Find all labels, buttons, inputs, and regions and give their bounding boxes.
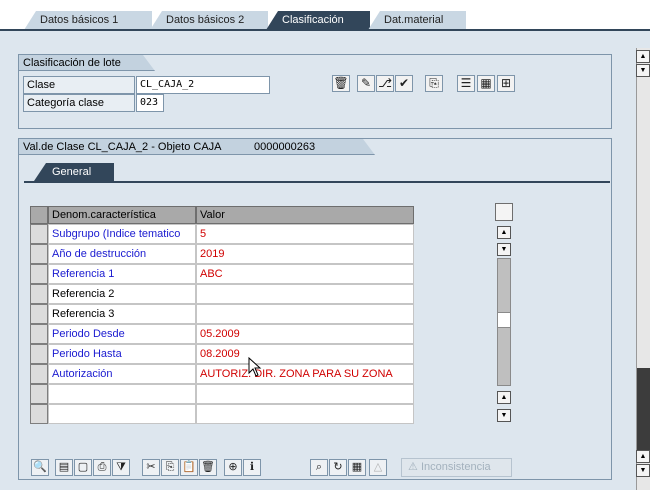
table-settings-button[interactable] <box>495 203 513 221</box>
characteristic-name-cell: Periodo Hasta <box>48 344 196 364</box>
characteristic-name-cell: Referencia 1 <box>48 264 196 284</box>
general-tab-line <box>24 181 610 183</box>
row-selector[interactable] <box>30 264 48 284</box>
class-category-label: Categoría clase <box>23 94 135 112</box>
tab-strip: Datos básicos 1 Datos básicos 2 Clasific… <box>0 0 650 30</box>
characteristic-name-cell: Periodo Desde <box>48 324 196 344</box>
paste-icon[interactable]: 📋 <box>180 459 198 476</box>
characteristic-value-cell[interactable]: 5 <box>196 224 414 244</box>
inconsistency-icon: ⚠ <box>408 461 418 473</box>
row-selector[interactable] <box>30 284 48 304</box>
new-entries-icon[interactable]: ▤ <box>55 459 73 476</box>
characteristic-value-cell[interactable] <box>196 384 414 404</box>
page-scroll-down-button-bottom[interactable]: ▼ <box>636 464 650 477</box>
characteristic-name-cell <box>48 404 196 424</box>
table-icon[interactable]: ▦ <box>477 75 495 92</box>
warning-icon: △ <box>369 459 387 476</box>
find-icon[interactable]: ⌕ <box>310 459 328 476</box>
tab-basic-data-1[interactable]: Datos básicos 1 <box>24 11 152 30</box>
row-selector[interactable] <box>30 404 48 424</box>
table-scroll-up-button-2[interactable]: ▲ <box>497 391 511 404</box>
table-scroll-down-button[interactable]: ▼ <box>497 243 511 256</box>
inconsistency-label: Inconsistencia <box>420 461 491 473</box>
print-icon[interactable]: ⎙ <box>93 459 111 476</box>
layout-icon[interactable]: ⊞ <box>497 75 515 92</box>
characteristic-value-cell[interactable]: 2019 <box>196 244 414 264</box>
tab-basic-data-2[interactable]: Datos básicos 2 <box>150 11 268 30</box>
characteristic-name-cell: Año de destrucción <box>48 244 196 264</box>
find-next-icon[interactable]: ↻ <box>329 459 347 476</box>
class-values-title-text: Val.de Clase CL_CAJA_2 - Objeto CAJA <box>23 141 221 153</box>
filter-icon[interactable]: ⧩ <box>112 459 130 476</box>
insert-row-icon[interactable]: ⊕ <box>224 459 242 476</box>
tab-bar-line <box>0 29 650 31</box>
batch-classification-title: Clasificación de lote <box>19 55 155 71</box>
page-scroll-up-button[interactable]: ▲ <box>636 50 650 63</box>
col-characteristic-header[interactable]: Denom.característica <box>48 206 196 224</box>
characteristic-value-cell[interactable] <box>196 304 414 324</box>
select-all-cell[interactable] <box>30 206 48 224</box>
class-label: Clase <box>23 76 135 94</box>
page-scroll-up-button-bottom[interactable]: ▲ <box>636 450 650 463</box>
row-selector[interactable] <box>30 244 48 264</box>
delete-icon[interactable]: 🗑 <box>332 75 350 92</box>
class-category-field[interactable]: 023 <box>136 94 164 112</box>
mouse-cursor-icon <box>248 357 262 377</box>
copy-icon[interactable]: ⎘ <box>425 75 443 92</box>
characteristic-value-cell[interactable]: AUTORIZ. DIR. ZONA PARA SU ZONA <box>196 364 414 384</box>
table-scroll-down-button-2[interactable]: ▼ <box>497 409 511 422</box>
details-icon[interactable]: 🔍 <box>31 459 49 476</box>
class-values-title: Val.de Clase CL_CAJA_2 - Objeto CAJA 000… <box>19 139 375 155</box>
inconsistency-button: ⚠ Inconsistencia <box>401 458 512 477</box>
object-number: 0000000263 <box>253 141 316 153</box>
page-scroll-thumb[interactable] <box>637 368 650 450</box>
characteristic-name-cell: Autorización <box>48 364 196 384</box>
info-icon[interactable]: ℹ <box>243 459 261 476</box>
grid-icon[interactable]: ▦ <box>348 459 366 476</box>
characteristic-value-cell[interactable] <box>196 284 414 304</box>
class-field[interactable]: CL_CAJA_2 <box>136 76 270 94</box>
characteristic-name-cell: Referencia 3 <box>48 304 196 324</box>
characteristic-value-cell[interactable] <box>196 404 414 424</box>
delete-row-icon[interactable]: 🗑 <box>199 459 217 476</box>
row-selector[interactable] <box>30 224 48 244</box>
characteristic-value-cell[interactable]: 05.2009 <box>196 324 414 344</box>
table-scroll-thumb[interactable] <box>497 312 511 328</box>
check-icon[interactable]: ✔ <box>395 75 413 92</box>
row-selector[interactable] <box>30 304 48 324</box>
row-selector[interactable] <box>30 364 48 384</box>
cut-icon[interactable]: ✂ <box>142 459 160 476</box>
characteristic-name-cell: Referencia 2 <box>48 284 196 304</box>
characteristic-name-cell: Subgrupo (Indice tematico <box>48 224 196 244</box>
document-icon[interactable]: ▢ <box>74 459 92 476</box>
class-hierarchy-icon[interactable]: ⎇ <box>376 75 394 92</box>
list-icon[interactable]: ☰ <box>457 75 475 92</box>
col-value-header[interactable]: Valor <box>196 206 414 224</box>
tab-general[interactable]: General <box>34 163 114 181</box>
tab-classification[interactable]: Clasificación <box>266 11 370 30</box>
characteristic-value-cell[interactable]: 08.2009 <box>196 344 414 364</box>
row-selector[interactable] <box>30 344 48 364</box>
table-scroll-up-button[interactable]: ▲ <box>497 226 511 239</box>
edit-icon[interactable]: ✎ <box>357 75 375 92</box>
page-scroll-down-button[interactable]: ▼ <box>636 64 650 77</box>
characteristic-value-cell[interactable]: ABC <box>196 264 414 284</box>
tab-material-data[interactable]: Dat.material <box>368 11 466 30</box>
row-selector[interactable] <box>30 324 48 344</box>
copy-row-icon[interactable]: ⎘ <box>161 459 179 476</box>
row-selector[interactable] <box>30 384 48 404</box>
characteristic-name-cell <box>48 384 196 404</box>
